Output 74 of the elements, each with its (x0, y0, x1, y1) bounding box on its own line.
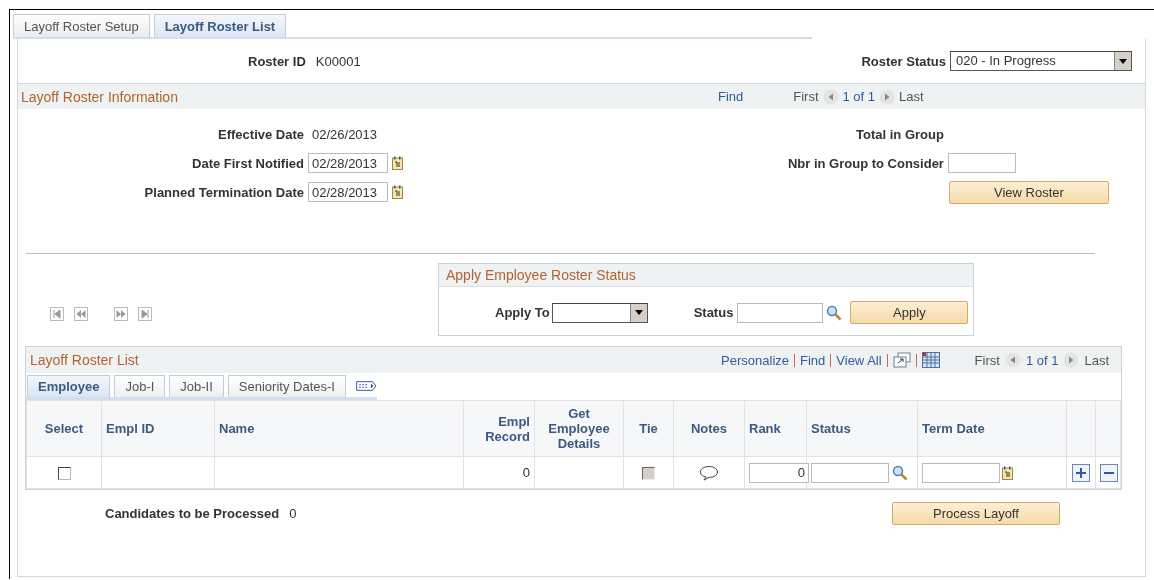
grid-link[interactable]: Personalize (721, 352, 789, 368)
search-icon[interactable] (892, 464, 908, 481)
field-label: Planned Termination Date (143, 184, 304, 200)
grid-download-icon[interactable] (921, 352, 940, 368)
grid-tab[interactable]: Job-I (114, 375, 166, 397)
grid-tab[interactable]: Job-II (169, 375, 224, 397)
status-field[interactable] (811, 462, 889, 483)
apply-to-dropdown[interactable] (551, 302, 648, 323)
column-header: Empl ID (101, 400, 215, 457)
column-header: Term Date (917, 400, 1067, 457)
candidates-value: 0 (289, 506, 297, 521)
effective-date-value: 02/26/2013 (312, 126, 378, 142)
calendar-icon[interactable] (1002, 465, 1014, 480)
last-page-icon[interactable] (138, 307, 152, 321)
roster-id-value: K00001 (315, 53, 361, 69)
column-header: Name (214, 400, 464, 457)
next-icon[interactable] (1063, 352, 1080, 368)
field-label: Total in Group (855, 126, 944, 142)
process-layoff-button[interactable]: Process Layoff (892, 502, 1060, 525)
page-tab[interactable]: Layoff Roster Setup (13, 14, 150, 37)
number-field[interactable] (947, 153, 1016, 173)
rank-field[interactable]: 0 (749, 462, 809, 483)
first-page-icon[interactable] (50, 307, 64, 321)
roster-status-dropdown[interactable]: 020 - In Progress (950, 51, 1132, 71)
status-field[interactable] (737, 302, 824, 323)
column-header: Notes (673, 400, 745, 457)
select-checkbox[interactable] (57, 467, 71, 481)
add-row-icon[interactable] (1072, 463, 1090, 482)
date-field[interactable]: 02/28/2013 (308, 153, 388, 173)
previous-icon[interactable] (822, 88, 839, 105)
field-label: Date First Notified (191, 155, 304, 171)
previous-icon[interactable] (1004, 352, 1021, 368)
view-roster-button[interactable]: View Roster (948, 180, 1109, 204)
field-label: Effective Date (217, 126, 304, 142)
search-icon[interactable] (826, 304, 843, 321)
roster-status-label: Roster Status (861, 53, 946, 69)
column-header: Get Employee Details (534, 400, 624, 457)
next-icon[interactable] (879, 88, 896, 105)
table-cell: 0 (522, 465, 530, 480)
column-header: Status (806, 400, 918, 457)
grid-tab[interactable]: Seniority Dates-I (227, 375, 346, 397)
column-header: Empl Record (463, 400, 535, 457)
page-count: 1 of 1 (842, 89, 876, 104)
calendar-icon[interactable] (392, 185, 404, 199)
column-header: Select (26, 400, 102, 457)
page-tab[interactable]: Layoff Roster List (153, 14, 287, 37)
last-label: Last (1084, 352, 1109, 368)
date-field[interactable]: 02/28/2013 (308, 182, 388, 202)
new-window-icon[interactable] (892, 352, 911, 368)
speech-bubble-icon[interactable] (699, 464, 719, 481)
last-label: Last (899, 89, 924, 104)
apply-to-label: Apply To (495, 305, 550, 320)
rewind-icon[interactable] (74, 307, 88, 321)
first-label: First (793, 89, 819, 104)
find-link[interactable]: Find (717, 89, 744, 104)
section-title: Layoff Roster List (30, 352, 139, 368)
roster-id-label: Roster ID (248, 53, 306, 69)
fast-forward-icon[interactable] (114, 307, 128, 321)
grid-link[interactable]: View All (836, 352, 882, 368)
candidates-label: Candidates to be Processed (105, 506, 280, 521)
term-date-field[interactable] (922, 462, 1000, 483)
first-label: First (974, 352, 1000, 368)
grid-link[interactable]: Find (800, 352, 826, 368)
status-label: Status (693, 305, 734, 320)
calendar-icon[interactable] (392, 156, 404, 170)
page-count: 1 of 1 (1025, 352, 1059, 368)
delete-row-icon[interactable] (1100, 463, 1118, 482)
section-title: Apply Employee Roster Status (446, 267, 636, 283)
apply-button[interactable]: Apply (850, 301, 969, 324)
field-label: Nbr in Group to Consider (786, 155, 944, 171)
column-header: Rank (744, 400, 807, 457)
column-header: Tie (623, 400, 674, 457)
section-title: Layoff Roster Information (21, 88, 178, 105)
grid-tab[interactable]: Employee (27, 375, 111, 397)
